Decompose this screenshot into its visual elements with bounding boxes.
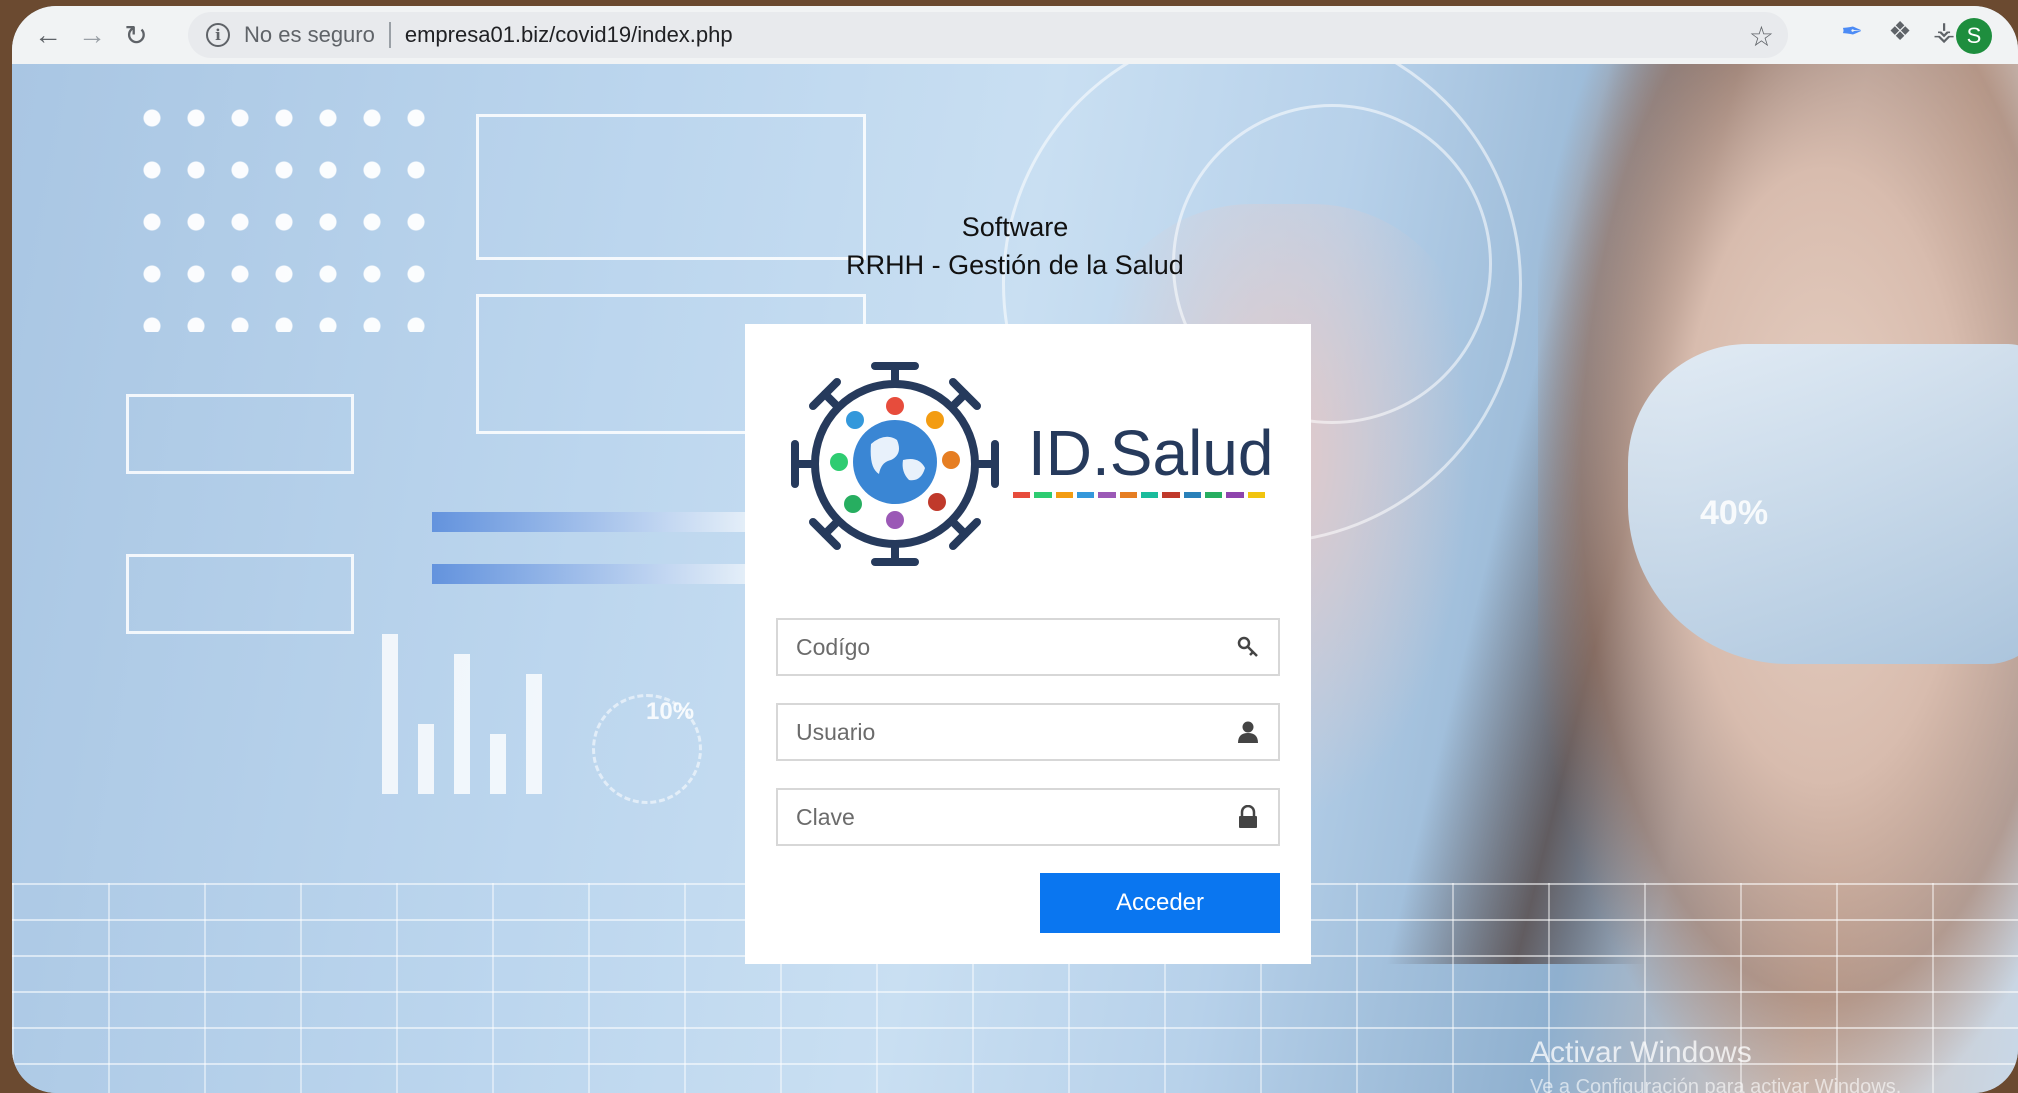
user-icon <box>1236 719 1260 745</box>
extensions-puzzle-icon[interactable]: ❖ <box>1882 16 1918 47</box>
brand-line-segment <box>1204 492 1223 498</box>
page-heading-line2: RRHH - Gestión de la Salud <box>846 250 1184 280</box>
browser-window: ← → ↻ i No es seguro empresa01.biz/covid… <box>12 6 2018 1093</box>
codigo-input[interactable] <box>796 633 1236 661</box>
security-label: No es seguro <box>244 22 375 47</box>
brand-line-segment <box>1226 492 1244 498</box>
bg-speech-bubble <box>126 394 354 474</box>
brand-line-segment <box>1055 492 1073 498</box>
brand-line-segment <box>1119 492 1137 498</box>
bg-vertical-bar <box>526 674 542 794</box>
back-icon[interactable]: ← <box>26 13 70 57</box>
bg-percent-label: 40% <box>1700 494 1769 532</box>
bg-vertical-bar <box>490 734 506 794</box>
brand-line-segment <box>1140 492 1159 498</box>
profile-avatar[interactable]: S <box>1956 18 1992 54</box>
desktop-frame: ← → ↻ i No es seguro empresa01.biz/covid… <box>0 0 2018 1093</box>
acceder-button[interactable]: Acceder <box>1040 873 1280 933</box>
login-card: ID.Salud Codígo Usuario Acceder <box>745 324 1311 964</box>
brand-line-segment <box>1034 492 1052 498</box>
brand-line-segment <box>1076 492 1095 498</box>
bg-vertical-bar <box>382 634 398 794</box>
brand-line-segment <box>1162 492 1180 498</box>
bg-vertical-bar <box>418 724 434 794</box>
brand-line-segment <box>1013 492 1031 498</box>
bg-face-mask <box>1628 344 2018 664</box>
bookmark-star-icon[interactable]: ☆ <box>1749 20 1774 53</box>
codigo-field <box>776 618 1280 676</box>
bg-horizontal-bar <box>432 512 752 532</box>
extension-pen-icon[interactable]: ✒ <box>1834 16 1870 47</box>
brand-name: ID.Salud <box>1028 417 1274 489</box>
lock-icon <box>1236 804 1260 830</box>
page-heading-line1: Software <box>961 212 1069 242</box>
omnibox-separator <box>388 22 391 48</box>
brand-line-segment <box>1183 492 1201 498</box>
forward-icon[interactable]: → <box>70 13 114 57</box>
bg-horizontal-bar <box>432 564 752 584</box>
bg-speech-bubble <box>126 554 354 634</box>
bg-percent-label: 10% <box>646 698 695 725</box>
usuario-input[interactable] <box>796 718 1236 746</box>
info-icon[interactable]: i <box>206 23 230 47</box>
brand-line-segment <box>1247 492 1265 498</box>
url-text[interactable]: empresa01.biz/covid19/index.php <box>405 22 733 48</box>
windows-activation-sub: Ve a Configuración para activar Windows. <box>1530 1076 1902 1093</box>
key-icon <box>1236 634 1260 660</box>
browser-toolbar: ← → ↻ i No es seguro empresa01.biz/covid… <box>12 6 2018 64</box>
address-bar[interactable]: i No es seguro empresa01.biz/covid19/ind… <box>188 12 1788 58</box>
brand-color-line <box>1013 492 1269 498</box>
brand-line-segment <box>1098 492 1116 498</box>
bg-vertical-bar <box>454 654 470 794</box>
clave-input[interactable] <box>796 803 1236 831</box>
clave-field <box>776 788 1280 846</box>
id-salud-logo <box>791 362 999 566</box>
windows-activation-title: Activar Windows <box>1530 1036 1752 1069</box>
reload-icon[interactable]: ↻ <box>114 13 158 57</box>
usuario-field <box>776 703 1280 761</box>
